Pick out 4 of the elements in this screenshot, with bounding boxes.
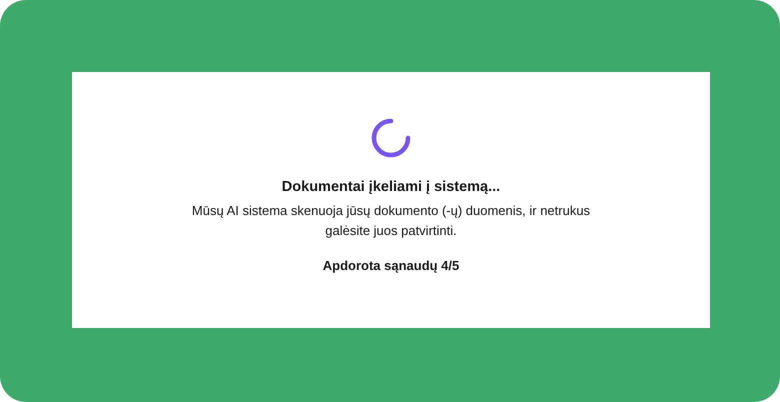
loading-title: Dokumentai įkeliami į sistemą... [282, 179, 500, 195]
loading-message: Mūsų AI sistema skenuoja jūsų dokumento (-ų) duomenis, ir netrukus galėsite juos patvirtinti. [190, 202, 592, 240]
progress-text: Apdorota sąnaudų 4/5 [322, 258, 460, 273]
spinner-icon [370, 117, 412, 159]
